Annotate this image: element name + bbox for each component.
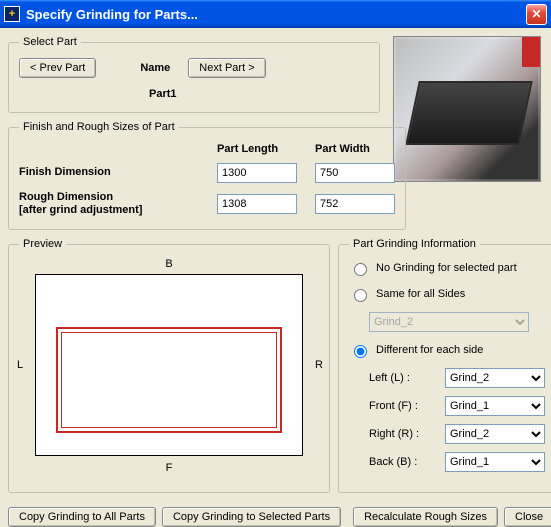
radio-same-all[interactable] xyxy=(354,289,367,302)
preview-legend: Preview xyxy=(19,238,66,250)
prev-part-button[interactable]: < Prev Part xyxy=(19,58,96,78)
select-part-group: Select Part < Prev Part Name Next Part >… xyxy=(8,36,380,113)
sizes-group: Finish and Rough Sizes of Part Part Leng… xyxy=(8,121,406,230)
radio-same-all-label: Same for all Sides xyxy=(376,288,465,300)
copy-selected-button[interactable]: Copy Grinding to Selected Parts xyxy=(162,507,341,527)
left-grind-select[interactable]: Grind_2 xyxy=(445,368,545,388)
preview-outer-rect xyxy=(35,274,303,456)
edge-label-r: R xyxy=(315,359,323,371)
sizes-legend: Finish and Rough Sizes of Part xyxy=(19,121,179,133)
edge-label-b: B xyxy=(165,258,172,270)
same-grind-select[interactable]: Grind_2 xyxy=(369,312,529,332)
recalculate-button[interactable]: Recalculate Rough Sizes xyxy=(353,507,498,527)
left-side-label: Left (L) : xyxy=(369,372,439,384)
front-side-label: Front (F) : xyxy=(369,400,439,412)
part-image-preview xyxy=(393,36,541,182)
grinding-info-group: Part Grinding Information No Grinding fo… xyxy=(338,238,551,493)
close-icon[interactable]: ✕ xyxy=(526,4,547,25)
front-grind-select[interactable]: Grind_1 xyxy=(445,396,545,416)
app-icon: + xyxy=(4,6,20,22)
col-part-length: Part Length xyxy=(217,143,297,155)
edge-label-l: L xyxy=(17,359,23,371)
finish-width-input[interactable] xyxy=(315,163,395,183)
preview-inner-rect xyxy=(56,327,282,433)
grinding-info-legend: Part Grinding Information xyxy=(349,238,480,250)
next-part-button[interactable]: Next Part > xyxy=(188,58,265,78)
close-button[interactable]: Close xyxy=(504,507,551,527)
window-title: Specify Grinding for Parts... xyxy=(26,7,526,22)
row-rough-label: Rough Dimension [after grind adjustment] xyxy=(19,191,199,217)
preview-canvas: B F L R xyxy=(21,260,317,470)
back-grind-select[interactable]: Grind_1 xyxy=(445,452,545,472)
preview-group: Preview B F L R xyxy=(8,238,330,493)
right-grind-select[interactable]: Grind_2 xyxy=(445,424,545,444)
part-name-value: Part1 xyxy=(149,88,369,100)
part-name-label: Name xyxy=(140,62,170,74)
col-part-width: Part Width xyxy=(315,143,395,155)
right-side-label: Right (R) : xyxy=(369,428,439,440)
rough-length-input[interactable] xyxy=(217,194,297,214)
edge-label-f: F xyxy=(166,462,173,474)
rough-width-input[interactable] xyxy=(315,194,395,214)
copy-all-button[interactable]: Copy Grinding to All Parts xyxy=(8,507,156,527)
radio-diff-each-label: Different for each side xyxy=(376,344,483,356)
back-side-label: Back (B) : xyxy=(369,456,439,468)
select-part-legend: Select Part xyxy=(19,36,81,48)
finish-length-input[interactable] xyxy=(217,163,297,183)
radio-no-grinding-label: No Grinding for selected part xyxy=(376,262,517,274)
radio-no-grinding[interactable] xyxy=(354,263,367,276)
titlebar: + Specify Grinding for Parts... ✕ xyxy=(0,0,551,28)
radio-diff-each[interactable] xyxy=(354,345,367,358)
row-finish-label: Finish Dimension xyxy=(19,166,199,179)
